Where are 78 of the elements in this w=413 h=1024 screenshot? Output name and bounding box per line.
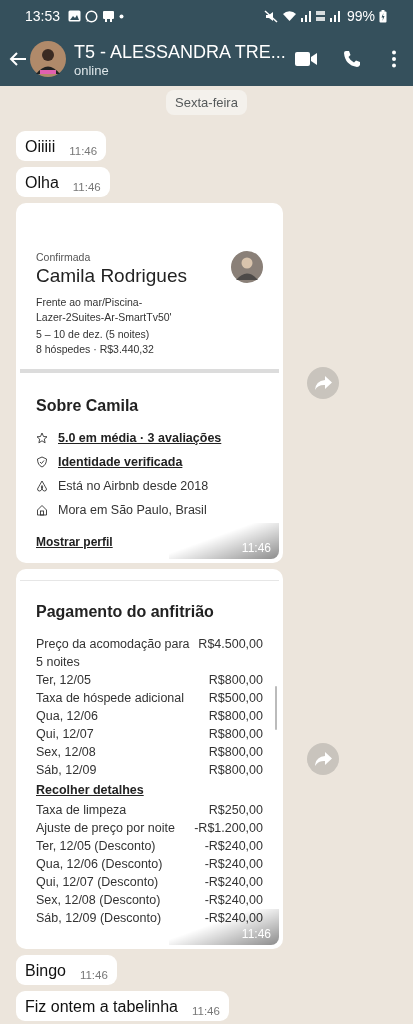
signal-icon: [329, 10, 340, 22]
stay-dates: 5 – 10 de dez. (5 noites): [36, 327, 151, 342]
payment-amount: R$250,00: [208, 802, 263, 819]
battery-icon: [379, 9, 387, 23]
loop-logo-icon: [36, 480, 48, 492]
payment-label: Sex, 12/08: [36, 744, 96, 761]
payment-label: Preço da acomodação para 5 noites: [36, 636, 190, 671]
contact-status: online: [74, 62, 110, 78]
payment-amount: -R$1.200,00: [194, 820, 263, 837]
guest-avatar: [231, 251, 263, 283]
payment-label: Qui, 12/07 (Desconto): [36, 874, 159, 891]
phone-icon[interactable]: [343, 50, 361, 68]
message-text: Olha: [25, 173, 59, 193]
payment-amount: R$800,00: [208, 708, 263, 725]
payment-amount: R$4.500,00: [198, 636, 263, 653]
booking-status: Confirmada: [36, 251, 92, 263]
payment-amount: R$800,00: [208, 744, 263, 761]
payment-amount: R$800,00: [208, 762, 263, 779]
payment-label: Ter, 12/05 (Desconto): [36, 838, 156, 855]
status-time: 13:53: [25, 8, 61, 24]
gallery-icon: [68, 10, 82, 22]
payment-amount: -R$240,00: [204, 874, 263, 891]
listing-title: Frente ao mar/Piscina-: [36, 295, 144, 310]
dot-icon: [119, 13, 125, 19]
payment-label: Qua, 12/06: [36, 708, 98, 725]
payment-label: Sáb, 12/09 (Desconto): [36, 910, 162, 927]
image-message[interactable]: [16, 569, 283, 949]
shield-check-icon: [36, 456, 48, 468]
scrollbar: [275, 686, 277, 730]
menu-icon[interactable]: [391, 50, 397, 68]
guests-price: 8 hóspedes · R$3.440,32: [36, 342, 155, 357]
image-message[interactable]: [16, 203, 283, 563]
message-time: 11:46: [72, 180, 101, 194]
message-text: Fiz ontem a tabelinha: [25, 997, 178, 1017]
payment-label: Ter, 12/05: [36, 672, 91, 689]
star-icon: [36, 432, 48, 444]
collapse-details-link: Recolher detalhes: [36, 782, 145, 799]
payment-amount: -R$240,00: [204, 892, 263, 909]
wifi-icon: [281, 10, 297, 22]
signal-icon: [300, 10, 311, 22]
message-time: 11:46: [241, 927, 272, 943]
payment-amount: -R$240,00: [204, 910, 263, 927]
payment-amount: -R$240,00: [204, 856, 263, 873]
device-icon: [102, 9, 116, 23]
chat-icon: [85, 9, 99, 23]
payment-label: Sex, 12/08 (Desconto): [36, 892, 161, 909]
payment-label: Taxa de limpeza: [36, 802, 127, 819]
payment-label: Qui, 12/07: [36, 726, 94, 743]
payment-amount: R$800,00: [208, 726, 263, 743]
contact-avatar[interactable]: [30, 41, 66, 77]
payment-label: Ajuste de preço por noite: [36, 820, 175, 837]
profile-fact: Mora em São Paulo, Brasil: [58, 503, 207, 517]
mute-icon: [263, 9, 278, 23]
contact-name[interactable]: T5 - ALESSANDRA TRE...: [74, 40, 283, 63]
section-title: Sobre Camila: [36, 397, 140, 415]
payment-label: Sáb, 12/09: [36, 762, 97, 779]
back-icon[interactable]: [9, 51, 27, 67]
message-time: 11:46: [79, 968, 108, 982]
message-time: 11:46: [192, 1004, 220, 1018]
message-time: 11:46: [241, 541, 272, 557]
home-icon: [36, 504, 48, 516]
payment-label: Qua, 12/06 (Desconto): [36, 856, 163, 873]
listing-title: Lazer-2Suites-Ar-SmartTv50': [36, 310, 173, 325]
payment-amount: R$500,00: [208, 690, 263, 707]
message-text: Bingo: [25, 961, 66, 981]
section-title: Pagamento do anfitrião: [36, 603, 215, 621]
profile-fact: 5.0 em média · 3 avaliações: [58, 431, 222, 445]
payment-amount: R$800,00: [208, 672, 263, 689]
date-chip: Sexta-feira: [166, 90, 247, 115]
battery-percent: 99%: [346, 8, 375, 24]
payment-amount: -R$240,00: [204, 838, 263, 855]
guest-name: Camila Rodrigues: [36, 265, 187, 287]
video-call-icon[interactable]: [295, 52, 317, 66]
profile-fact: Está no Airbnb desde 2018: [58, 479, 209, 493]
profile-fact: Identidade verificada: [58, 455, 183, 469]
message-time: 11:46: [69, 144, 98, 158]
message-text: Oiiiii: [25, 137, 56, 157]
payment-label: Taxa de hóspede adicional: [36, 690, 185, 707]
